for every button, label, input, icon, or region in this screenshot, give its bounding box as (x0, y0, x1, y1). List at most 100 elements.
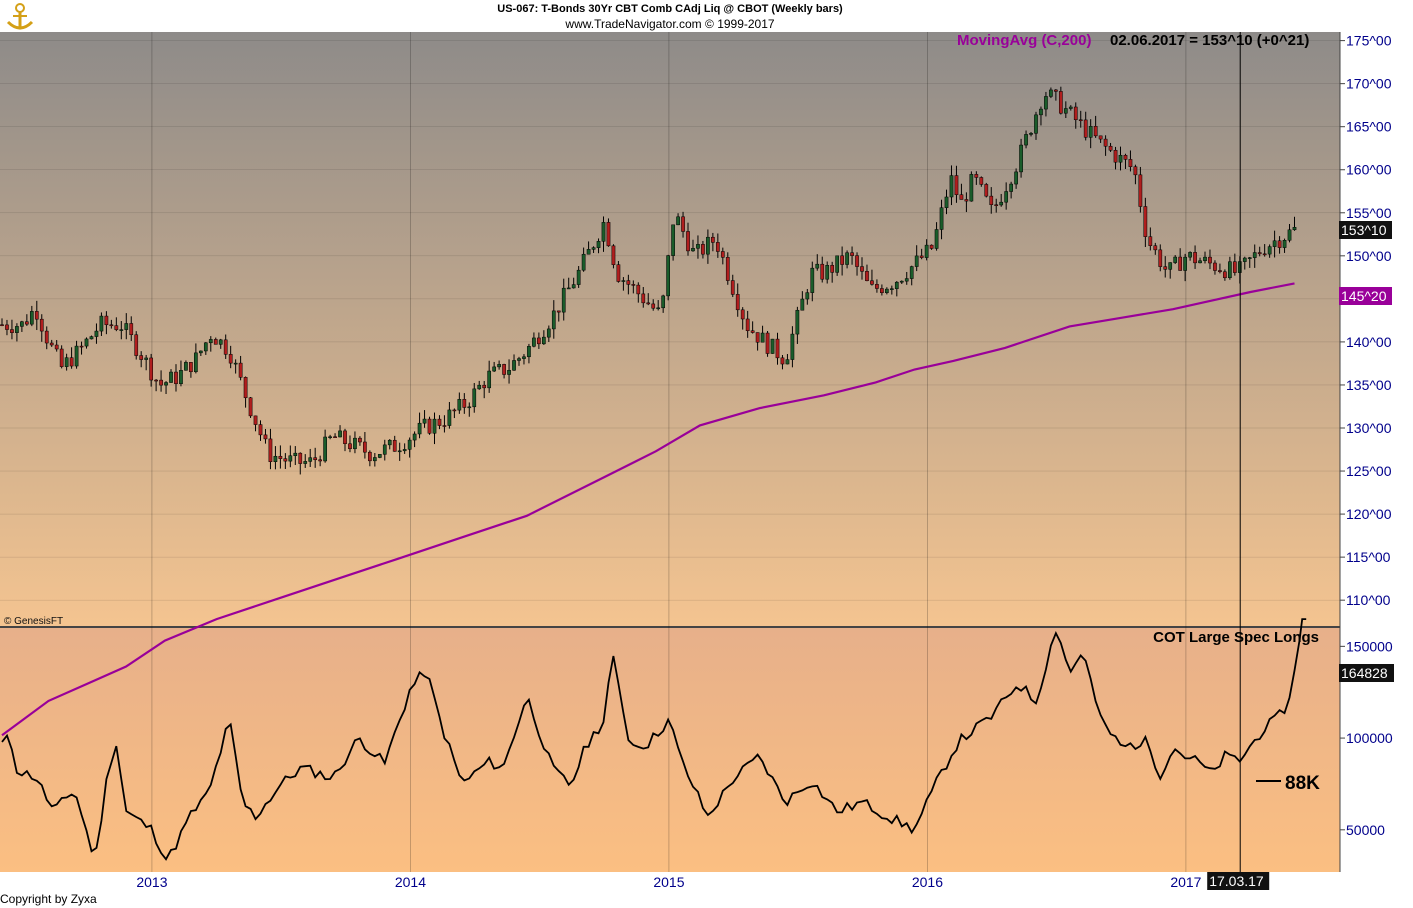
cot-last-label: 164828 (1341, 665, 1388, 681)
candle-body (607, 222, 610, 245)
candle-body (845, 253, 848, 265)
candle-body (20, 322, 23, 327)
candle-body (731, 281, 734, 295)
candle-body (1184, 257, 1187, 270)
candle-body (781, 358, 784, 364)
price-tick-label: 115^00 (1346, 549, 1391, 565)
candle-body (468, 407, 471, 408)
candle-body (169, 372, 172, 382)
candle-body (249, 398, 252, 416)
candle-body (1019, 145, 1022, 172)
year-axis: 20132014201520162017 (136, 874, 1201, 890)
price-tick-label: 110^00 (1346, 592, 1391, 608)
candle-body (552, 311, 555, 329)
candle-body (512, 360, 515, 370)
candle-body (970, 174, 973, 201)
candle-body (836, 256, 839, 273)
candle-body (786, 360, 789, 364)
cot-panel-bg (0, 628, 1340, 872)
candle-body (1109, 146, 1112, 150)
candle-body (1119, 155, 1122, 162)
candle-body (860, 267, 863, 272)
year-tick-label: 2014 (395, 874, 426, 890)
candle-body (577, 270, 580, 284)
candle-body (532, 338, 535, 346)
year-tick-label: 2017 (1170, 874, 1201, 890)
price-tick-label: 140^00 (1346, 334, 1392, 350)
candle-body (1273, 241, 1276, 247)
candle-body (567, 288, 570, 289)
chart-root: 110^00115^00120^00125^00130^00135^00140^… (0, 0, 1413, 908)
candle-body (80, 346, 83, 347)
candle-body (343, 431, 346, 444)
candle-body (632, 284, 635, 285)
candle-body (900, 281, 903, 282)
candle-body (1253, 253, 1256, 258)
candle-body (15, 326, 18, 332)
candle-body (1000, 202, 1003, 205)
candle-body (1179, 257, 1182, 270)
candle-body (199, 351, 202, 353)
candle-body (209, 339, 212, 342)
candle-body (517, 359, 520, 361)
candle-body (284, 459, 287, 461)
candle-body (527, 346, 530, 356)
candle-body (910, 267, 913, 279)
candle-body (1198, 261, 1201, 263)
candle-body (473, 389, 476, 407)
candle-body (1129, 159, 1132, 166)
candle-body (254, 416, 257, 425)
candle-body (1243, 258, 1246, 262)
candle-body (174, 372, 177, 384)
candle-body (333, 437, 336, 438)
candle-body (1059, 91, 1062, 113)
candle-body (1074, 107, 1077, 120)
candle-body (667, 256, 670, 296)
candle-body (244, 377, 247, 397)
candle-body (1015, 172, 1018, 184)
candle-body (418, 423, 421, 434)
candle-body (105, 316, 108, 325)
candle-body (716, 242, 719, 251)
candle-body (562, 288, 565, 312)
candle-body (985, 184, 988, 196)
candle-body (706, 237, 709, 254)
candle-body (766, 333, 769, 353)
candle-body (40, 319, 43, 331)
candle-body (498, 364, 501, 367)
cot-tick-label: 100000 (1346, 730, 1393, 746)
candle-body (1034, 115, 1037, 133)
candle-body (125, 323, 128, 329)
price-tick-label: 150^00 (1346, 248, 1392, 264)
candle-body (70, 358, 73, 366)
candle-body (135, 335, 138, 356)
candle-body (841, 256, 844, 265)
candle-body (358, 438, 361, 442)
candle-body (1263, 254, 1266, 255)
candle-body (890, 289, 893, 290)
candle-body (617, 265, 620, 282)
candle-body (1248, 258, 1251, 259)
candle-body (850, 253, 853, 256)
candle-body (1268, 247, 1271, 254)
candle-body (880, 288, 883, 292)
candle-body (855, 256, 858, 267)
candle-body (587, 249, 590, 254)
price-tick-label: 135^00 (1346, 377, 1392, 393)
cot-tick-label: 50000 (1346, 822, 1385, 838)
price-panel-bg (0, 32, 1340, 626)
candle-body (353, 438, 356, 449)
candle-body (1029, 133, 1032, 134)
candle-body (428, 419, 431, 433)
candle-body (637, 285, 640, 294)
candle-body (542, 337, 545, 344)
candle-body (1039, 109, 1042, 115)
cot-tick-label: 150000 (1346, 638, 1393, 654)
candle-body (140, 356, 143, 360)
candle-body (423, 419, 426, 423)
candle-body (1064, 109, 1067, 114)
candle-body (622, 281, 625, 282)
candle-body (179, 370, 182, 383)
candle-body (279, 456, 282, 458)
candle-body (1084, 120, 1087, 137)
